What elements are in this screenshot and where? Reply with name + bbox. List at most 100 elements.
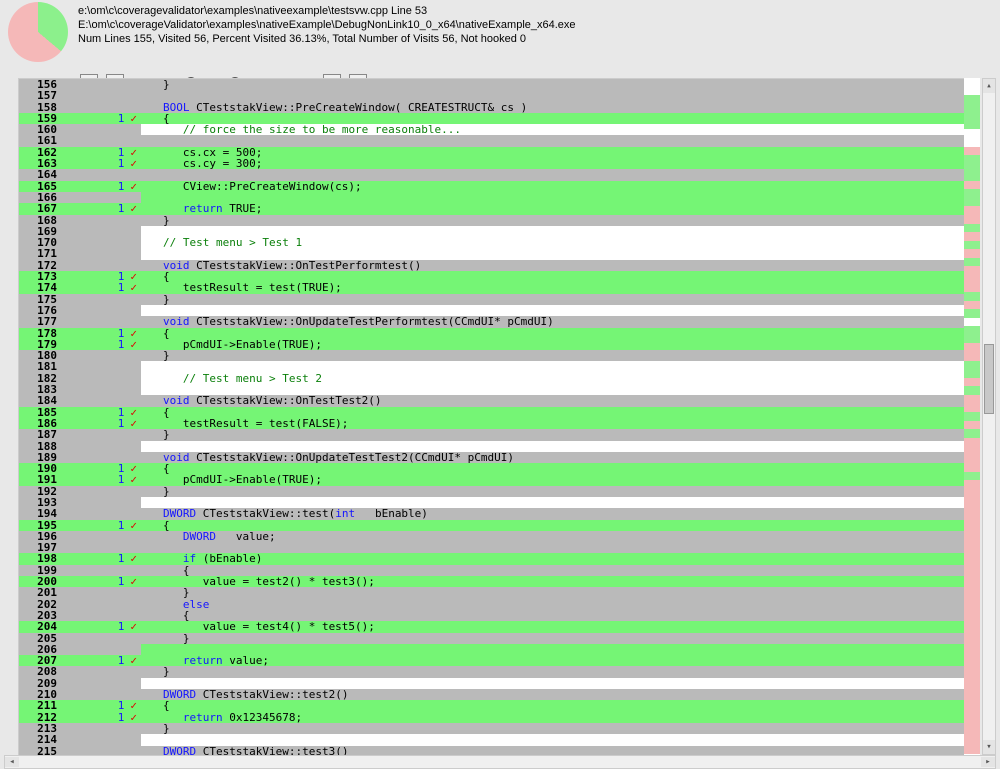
code-row[interactable]: 1671✓ return TRUE; (19, 203, 980, 214)
code-text: // Test menu > Test 1 (141, 237, 980, 248)
coverage-gutter (59, 361, 141, 372)
coverage-gutter (59, 644, 141, 655)
coverage-gutter (59, 486, 141, 497)
stats-text: Num Lines 155, Visited 56, Percent Visit… (78, 32, 576, 46)
coverage-gutter: 1✓ (59, 655, 141, 666)
exe-path-text: E:\om\c\coverageValidator\examples\nativ… (78, 18, 576, 32)
header-info: e:\om\c\coveragevalidator\examples\nativ… (78, 2, 576, 46)
code-row[interactable]: 184 void CTeststakView::OnTestTest2() (19, 395, 980, 406)
coverage-gutter (59, 90, 141, 101)
line-number: 184 (19, 395, 59, 406)
coverage-gutter (59, 723, 141, 734)
code-row[interactable]: 1631✓ cs.cy = 300; (19, 158, 980, 169)
code-text: } (141, 79, 980, 90)
code-row[interactable]: 177 void CTeststakView::OnUpdateTestPerfo… (19, 316, 980, 327)
code-text (141, 192, 980, 203)
coverage-minimap[interactable] (964, 78, 980, 755)
coverage-gutter: 1✓ (59, 282, 141, 293)
code-row[interactable]: 2041✓ value = test4() * test5(); (19, 621, 980, 632)
code-text: CView::PreCreateWindow(cs); (141, 181, 980, 192)
code-row[interactable]: 1911✓ pCmdUI->Enable(TRUE); (19, 474, 980, 485)
code-text: BOOL CTeststakView::PreCreateWindow( CRE… (141, 102, 980, 113)
code-text: testResult = test(FALSE); (141, 418, 980, 429)
code-text: return value; (141, 655, 980, 666)
code-row[interactable]: 192} (19, 486, 980, 497)
line-number: 211 (19, 700, 59, 711)
vertical-scrollbar[interactable]: ▴ ▾ (982, 78, 996, 755)
code-row[interactable]: 1741✓ testResult = test(TRUE); (19, 282, 980, 293)
code-row[interactable]: 164 (19, 169, 980, 180)
code-text: if (bEnable) (141, 553, 980, 564)
coverage-gutter (59, 599, 141, 610)
coverage-gutter (59, 79, 141, 90)
coverage-gutter (59, 124, 141, 135)
coverage-gutter (59, 384, 141, 395)
code-row[interactable]: 201 } (19, 587, 980, 598)
code-text: void CTeststakView::OnTestTest2() (141, 395, 980, 406)
coverage-gutter (59, 452, 141, 463)
coverage-gutter: 1✓ (59, 418, 141, 429)
code-row[interactable]: 180} (19, 350, 980, 361)
code-text: // force the size to be more reasonable.… (141, 124, 980, 135)
code-text: return 0x12345678; (141, 712, 980, 723)
horizontal-scrollbar[interactable]: ◂ ▸ (4, 755, 996, 769)
coverage-gutter (59, 746, 141, 755)
code-text: pCmdUI->Enable(TRUE); (141, 339, 980, 350)
code-row[interactable]: 213} (19, 723, 980, 734)
coverage-gutter (59, 565, 141, 576)
code-row[interactable]: 194DWORD CTeststakView::test(int bEnable… (19, 508, 980, 519)
code-row[interactable]: 170// Test menu > Test 1 (19, 237, 980, 248)
code-row[interactable]: 156} (19, 79, 980, 90)
line-number: 201 (19, 587, 59, 598)
coverage-gutter: 1✓ (59, 553, 141, 564)
coverage-gutter: 1✓ (59, 203, 141, 214)
coverage-gutter: 1✓ (59, 621, 141, 632)
code-row[interactable]: 215DWORD CTeststakView::test3() (19, 746, 980, 755)
header-panel: e:\om\c\coveragevalidator\examples\nativ… (0, 0, 1000, 72)
coverage-gutter (59, 350, 141, 361)
scroll-thumb[interactable] (984, 344, 994, 414)
code-row[interactable]: 187} (19, 429, 980, 440)
code-viewer[interactable]: 156}157158BOOL CTeststakView::PreCreateW… (18, 78, 980, 755)
code-text: void CTeststakView::OnUpdateTestPerformt… (141, 316, 980, 327)
coverage-gutter (59, 248, 141, 259)
code-text: cs.cy = 300; (141, 158, 980, 169)
code-row[interactable]: 2111✓{ (19, 700, 980, 711)
coverage-gutter (59, 508, 141, 519)
code-row[interactable]: 208} (19, 666, 980, 677)
code-text: } (141, 723, 980, 734)
code-row[interactable]: 175} (19, 294, 980, 305)
code-text: value = test2() * test3(); (141, 576, 980, 587)
code-text (141, 90, 980, 101)
scroll-right-icon[interactable]: ▸ (981, 757, 995, 767)
coverage-gutter: 1✓ (59, 158, 141, 169)
code-text: } (141, 633, 980, 644)
code-text (141, 734, 980, 745)
coverage-gutter (59, 610, 141, 621)
code-row[interactable]: 160 // force the size to be more reasona… (19, 124, 980, 135)
coverage-gutter (59, 294, 141, 305)
scroll-up-icon[interactable]: ▴ (983, 79, 995, 93)
coverage-gutter: 1✓ (59, 474, 141, 485)
code-row[interactable]: 168} (19, 215, 980, 226)
code-row[interactable]: 182 // Test menu > Test 2 (19, 373, 980, 384)
coverage-gutter: 1✓ (59, 181, 141, 192)
code-text: else (141, 599, 980, 610)
coverage-gutter: 1✓ (59, 147, 141, 158)
code-text: // Test menu > Test 2 (141, 373, 980, 384)
code-row[interactable]: 196 DWORD value; (19, 531, 980, 542)
code-text: DWORD CTeststakView::test3() (141, 746, 980, 755)
coverage-gutter (59, 587, 141, 598)
coverage-gutter (59, 169, 141, 180)
code-text: DWORD CTeststakView::test(int bEnable) (141, 508, 980, 519)
scroll-down-icon[interactable]: ▾ (983, 740, 995, 754)
coverage-gutter: 1✓ (59, 328, 141, 339)
coverage-gutter: 1✓ (59, 576, 141, 587)
scroll-left-icon[interactable]: ◂ (5, 757, 19, 767)
code-row[interactable]: 1651✓ CView::PreCreateWindow(cs); (19, 181, 980, 192)
line-number: 187 (19, 429, 59, 440)
coverage-gutter (59, 305, 141, 316)
code-text: cs.cx = 500; (141, 147, 980, 158)
line-number: 177 (19, 316, 59, 327)
code-row[interactable]: 205 } (19, 633, 980, 644)
